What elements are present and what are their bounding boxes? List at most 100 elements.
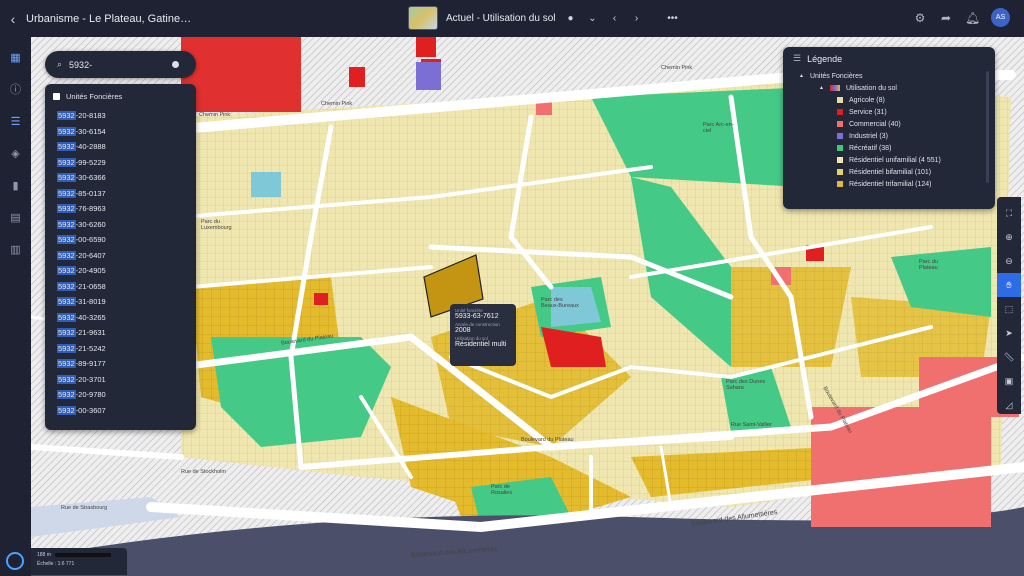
map-label-chemin-pink: Chemin Pink — [321, 101, 353, 107]
result-item[interactable]: 5932 -30-6366 — [53, 170, 188, 186]
legend-item-label: Commercial (40) — [849, 120, 901, 128]
result-suffix: -21-5242 — [75, 343, 106, 353]
settings-icon[interactable]: ⚙ — [913, 11, 927, 25]
screenshot-icon[interactable]: ▣ — [997, 369, 1021, 393]
legend-swatch — [837, 97, 843, 103]
result-item[interactable]: 5932 -99-5229 — [53, 155, 188, 171]
top-bar: ‹ Urbanisme - Le Plateau, Gatine… Actuel… — [0, 0, 1024, 37]
view-thumbnail[interactable] — [408, 6, 438, 30]
table-icon[interactable]: ▤ — [0, 201, 31, 233]
fullscreen-icon[interactable]: ⛶ — [997, 201, 1021, 225]
result-item[interactable]: 5932 -40-3265 — [53, 310, 188, 326]
result-match: 5932 — [57, 111, 76, 121]
legend-swatch — [837, 157, 843, 163]
result-item[interactable]: 5932 -00-6590 — [53, 232, 188, 248]
result-suffix: -20-3701 — [75, 374, 106, 384]
result-match: 5932 — [57, 359, 76, 369]
result-suffix: -20-8183 — [75, 111, 106, 121]
map-label-rue-saint-vallier: Rue Saint-Vallier — [731, 422, 772, 428]
result-item[interactable]: 5932 -76-8963 — [53, 201, 188, 217]
measure-icon[interactable]: 📏︎ — [997, 345, 1021, 369]
area-icon[interactable]: ◿ — [997, 393, 1021, 417]
pointer-icon[interactable]: ➤ — [997, 321, 1021, 345]
result-item[interactable]: 5932 -20-8183 — [53, 108, 188, 124]
legend-item-label: Résidentiel unifamilial (4 551) — [849, 156, 941, 164]
legend-item[interactable]: Récréatif (38) — [837, 142, 985, 154]
result-match: 5932 — [57, 235, 76, 245]
result-suffix: -21-0658 — [75, 281, 106, 291]
menu-icon[interactable]: ☰ — [793, 53, 801, 64]
scale-ratio: Échelle : 1:6 771 — [37, 561, 75, 567]
scale-distance-row: 188 m — [37, 552, 121, 558]
legend-title: Légende — [807, 53, 843, 64]
logo-icon — [6, 552, 24, 570]
zoom-in-icon[interactable]: ⊕ — [997, 225, 1021, 249]
result-match: 5932 — [57, 374, 76, 384]
map-icon[interactable]: ▦ — [0, 41, 31, 73]
result-item[interactable]: 5932 -31-8019 — [53, 294, 188, 310]
map-label-parc-dunes: Parc des Dunes Sahara — [726, 379, 766, 391]
map-label-rue-stockholm: Rue de Stockholm — [181, 469, 226, 475]
legend-item[interactable]: Résidentiel bifamilial (101) — [837, 166, 985, 178]
result-item[interactable]: 5932 -20-6407 — [53, 248, 188, 264]
legend-item[interactable]: Résidentiel trifamilial (124) — [837, 178, 985, 190]
chevron-left-icon[interactable]: ‹ — [0, 11, 26, 27]
select-all-checkbox[interactable] — [53, 93, 60, 100]
share-icon[interactable]: ➦ — [939, 11, 953, 25]
result-match: 5932 — [57, 157, 76, 167]
legend-item-label: Résidentiel bifamilial (101) — [849, 168, 932, 176]
result-suffix: -31-8019 — [75, 297, 106, 307]
result-item[interactable]: 5932 -40-2888 — [53, 139, 188, 155]
legend-layer[interactable]: ▲ Utilisation du sol — [793, 82, 985, 94]
map-label-parc-beaux-bureaux: Parc des Beaux-Bureaux — [541, 297, 579, 309]
search-bar: ⌕ — [45, 51, 196, 78]
chevron-left-icon[interactable]: ‹ — [608, 13, 622, 24]
result-suffix: -40-2888 — [75, 142, 106, 152]
more-icon[interactable]: ••• — [666, 13, 680, 24]
legend-item[interactable]: Résidentiel unifamilial (4 551) — [837, 154, 985, 166]
list-icon[interactable]: ☰ — [0, 105, 31, 137]
dot-icon[interactable]: ● — [564, 13, 578, 24]
book-icon[interactable]: ▥ — [0, 233, 31, 265]
layers-icon[interactable]: ◈ — [0, 137, 31, 169]
result-item[interactable]: 5932 -21-5242 — [53, 341, 188, 357]
info-icon[interactable]: ⓘ — [0, 73, 31, 105]
legend-item-label: Agricole (8) — [849, 96, 885, 104]
result-suffix: -30-6260 — [75, 219, 106, 229]
select-icon[interactable]: ⬚ — [997, 297, 1021, 321]
legend-item[interactable]: Commercial (40) — [837, 118, 985, 130]
legend-item[interactable]: Industriel (3) — [837, 130, 985, 142]
result-item[interactable]: 5932 -85-0137 — [53, 186, 188, 202]
avatar[interactable]: AS — [991, 8, 1010, 27]
result-item[interactable]: 5932 -00-3607 — [53, 403, 188, 419]
result-item[interactable]: 5932 -20-3701 — [53, 372, 188, 388]
result-item[interactable]: 5932 -89-9177 — [53, 356, 188, 372]
legend-group[interactable]: ▲ Unités Foncières — [793, 70, 985, 82]
zoom-out-icon[interactable]: ⊖ — [997, 249, 1021, 273]
result-suffix: -20-9780 — [75, 390, 106, 400]
pan-hand-icon[interactable]: ✋︎ — [997, 273, 1021, 297]
chevron-right-icon[interactable]: › — [630, 13, 644, 24]
legend-item[interactable]: Agricole (8) — [837, 94, 985, 106]
result-item[interactable]: 5932 -21-9631 — [53, 325, 188, 341]
result-item[interactable]: 5932 -20-9780 — [53, 387, 188, 403]
legend-scrollbar[interactable] — [986, 71, 989, 183]
feature-popup: Unité foncière 5933-63-7612 Année de con… — [450, 304, 516, 366]
result-match: 5932 — [57, 219, 76, 229]
search-input[interactable] — [69, 59, 166, 70]
legend-swatch — [837, 133, 843, 139]
view-title: Actuel - Utilisation du sol — [446, 12, 556, 24]
legend-list: Agricole (8) Service (31) Commercial (40) I… — [793, 94, 985, 190]
result-item[interactable]: 5932 -30-6154 — [53, 124, 188, 140]
map-label-chemin-pink: Chemin Pink — [199, 112, 231, 118]
result-item[interactable]: 5932 -20-4905 — [53, 263, 188, 279]
chevron-down-icon[interactable]: ⌄ — [586, 13, 600, 24]
legend-item[interactable]: Service (31) — [837, 106, 985, 118]
popup-value: 5933-63-7612 — [455, 313, 499, 320]
bell-icon[interactable]: 🔔︎ — [965, 11, 980, 25]
scale-box: 188 m Échelle : 1:6 771 — [31, 548, 127, 575]
result-item[interactable]: 5932 -21-0658 — [53, 279, 188, 295]
chart-icon[interactable]: ▮ — [0, 169, 31, 201]
clear-icon[interactable] — [172, 61, 180, 68]
result-item[interactable]: 5932 -30-6260 — [53, 217, 188, 233]
